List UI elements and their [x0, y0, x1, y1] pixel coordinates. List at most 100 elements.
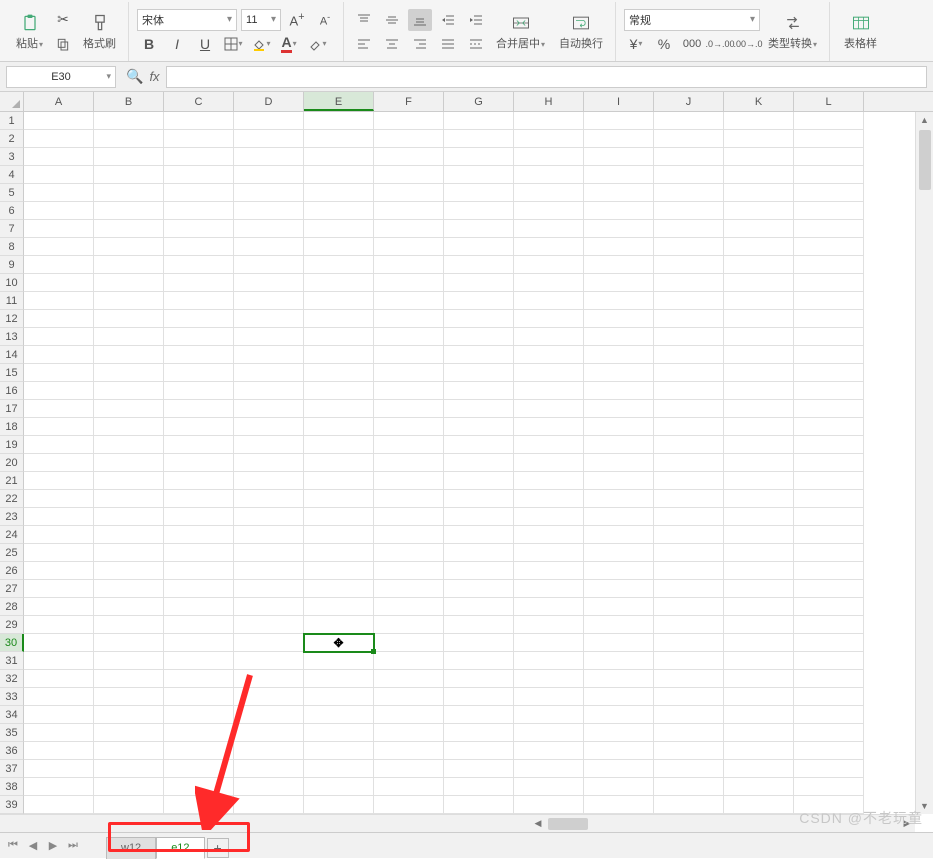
wrap-text-button[interactable]: 自动换行 — [553, 2, 609, 61]
cell[interactable] — [234, 526, 304, 544]
cell[interactable] — [444, 418, 514, 436]
row-header[interactable]: 29 — [0, 616, 24, 634]
cell[interactable] — [94, 310, 164, 328]
cell[interactable] — [164, 472, 234, 490]
cell[interactable] — [234, 670, 304, 688]
cell[interactable] — [94, 382, 164, 400]
cell[interactable] — [94, 526, 164, 544]
row-header[interactable]: 17 — [0, 400, 24, 418]
cell[interactable] — [654, 562, 724, 580]
cell[interactable] — [654, 364, 724, 382]
cell[interactable] — [304, 490, 374, 508]
fill-color-button[interactable] — [249, 33, 273, 55]
cell[interactable] — [514, 148, 584, 166]
cell[interactable] — [24, 778, 94, 796]
cell[interactable] — [794, 184, 864, 202]
cell[interactable] — [444, 544, 514, 562]
cell[interactable] — [794, 202, 864, 220]
cell[interactable] — [164, 112, 234, 130]
cell[interactable] — [584, 472, 654, 490]
cell[interactable] — [94, 706, 164, 724]
cell[interactable] — [374, 454, 444, 472]
cell[interactable] — [654, 742, 724, 760]
cell[interactable] — [304, 778, 374, 796]
cell[interactable] — [94, 328, 164, 346]
cell[interactable] — [374, 346, 444, 364]
cell[interactable] — [584, 796, 654, 814]
cell[interactable] — [24, 112, 94, 130]
row-header[interactable]: 7 — [0, 220, 24, 238]
cell[interactable] — [304, 202, 374, 220]
cell[interactable] — [654, 778, 724, 796]
horizontal-scrollbar[interactable]: ◀ ▶ — [530, 814, 915, 832]
column-header[interactable]: J — [654, 92, 724, 111]
cell[interactable] — [304, 796, 374, 814]
cell[interactable] — [654, 346, 724, 364]
row-header[interactable]: 2 — [0, 130, 24, 148]
cell[interactable] — [584, 742, 654, 760]
cell[interactable] — [234, 256, 304, 274]
cell[interactable] — [304, 544, 374, 562]
cell[interactable] — [724, 220, 794, 238]
cell[interactable] — [654, 526, 724, 544]
cell[interactable] — [304, 148, 374, 166]
cell[interactable] — [654, 652, 724, 670]
cell[interactable] — [234, 148, 304, 166]
cell[interactable] — [164, 454, 234, 472]
cell[interactable] — [444, 724, 514, 742]
cell[interactable] — [374, 148, 444, 166]
align-bottom-button[interactable] — [408, 9, 432, 31]
cell[interactable] — [654, 328, 724, 346]
cell[interactable] — [514, 238, 584, 256]
cell[interactable] — [584, 778, 654, 796]
cell[interactable] — [584, 634, 654, 652]
cell[interactable] — [304, 472, 374, 490]
cell[interactable] — [164, 184, 234, 202]
cell[interactable] — [794, 526, 864, 544]
cell[interactable] — [724, 454, 794, 472]
cell[interactable] — [304, 706, 374, 724]
cell[interactable] — [654, 598, 724, 616]
cell[interactable] — [584, 400, 654, 418]
cell[interactable] — [794, 130, 864, 148]
cell[interactable] — [584, 652, 654, 670]
cell[interactable] — [794, 688, 864, 706]
cell[interactable] — [234, 274, 304, 292]
cell[interactable] — [584, 382, 654, 400]
cell[interactable] — [724, 562, 794, 580]
row-header[interactable]: 3 — [0, 148, 24, 166]
cell[interactable] — [234, 634, 304, 652]
cell[interactable] — [164, 256, 234, 274]
cell[interactable] — [304, 184, 374, 202]
cell[interactable] — [724, 472, 794, 490]
cell[interactable] — [164, 292, 234, 310]
cell[interactable] — [24, 436, 94, 454]
cell[interactable] — [234, 292, 304, 310]
cell[interactable] — [794, 166, 864, 184]
cell[interactable] — [794, 382, 864, 400]
cell[interactable] — [444, 346, 514, 364]
cell[interactable] — [444, 796, 514, 814]
cell[interactable] — [374, 436, 444, 454]
cell[interactable] — [164, 634, 234, 652]
cell[interactable] — [374, 184, 444, 202]
cell[interactable] — [24, 760, 94, 778]
cell[interactable] — [514, 616, 584, 634]
column-header[interactable]: E — [304, 92, 374, 111]
cell[interactable] — [164, 580, 234, 598]
cell[interactable] — [164, 382, 234, 400]
cell[interactable] — [374, 508, 444, 526]
cell[interactable] — [304, 418, 374, 436]
cell[interactable] — [724, 436, 794, 454]
cell[interactable] — [794, 742, 864, 760]
row-header[interactable]: 16 — [0, 382, 24, 400]
cell[interactable] — [374, 130, 444, 148]
cell[interactable] — [234, 742, 304, 760]
cell[interactable] — [304, 742, 374, 760]
cell[interactable] — [724, 328, 794, 346]
cell[interactable] — [374, 526, 444, 544]
cell[interactable] — [724, 778, 794, 796]
cell[interactable] — [654, 220, 724, 238]
cell[interactable] — [584, 616, 654, 634]
cell[interactable] — [654, 184, 724, 202]
